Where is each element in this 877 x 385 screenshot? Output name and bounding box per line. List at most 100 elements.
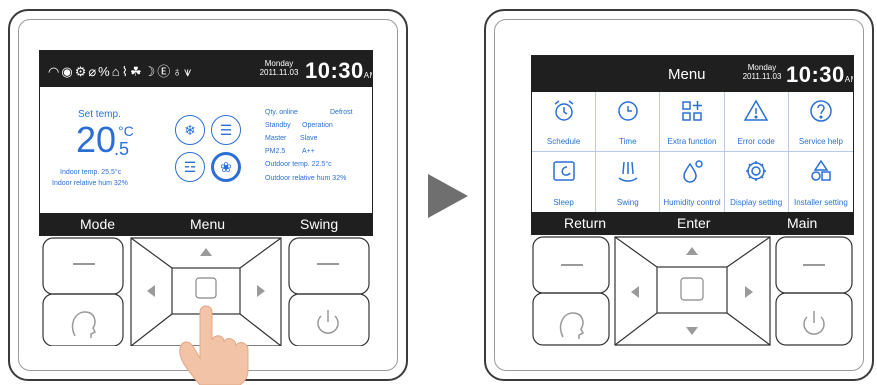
eco-icon: Ⓔ <box>157 64 173 79</box>
left-power-icon <box>317 310 339 334</box>
right-day: Monday <box>747 63 777 72</box>
snowflake-mode-icon: ❄ <box>175 115 205 145</box>
left-date: 2011.11.03 <box>259 68 299 77</box>
signal-icon: ⩛ <box>184 64 194 79</box>
menu-item-error-code[interactable]: Error code <box>724 92 789 152</box>
info-pm-val: A++ <box>302 148 315 155</box>
right-center-key[interactable] <box>656 266 728 314</box>
menu-item-humidity-control[interactable]: Humidity control <box>660 152 725 212</box>
left-head-icon <box>71 311 97 338</box>
right-left-arrow-icon[interactable] <box>631 286 639 298</box>
info-master: Master <box>265 135 287 142</box>
transition-arrow-icon <box>428 174 468 218</box>
info-slave: Slave <box>300 135 318 142</box>
clock-icon <box>618 101 638 121</box>
menu-item-schedule[interactable]: Schedule <box>532 92 597 152</box>
menu-item-label: Display setting <box>730 198 783 207</box>
menu-item-extra-function[interactable]: Extra function <box>660 92 725 152</box>
gear-icon <box>746 161 767 181</box>
right-power-icon <box>803 311 825 335</box>
right-clock: 10:30AM <box>786 62 853 88</box>
moon-icon: ☽ <box>143 64 158 79</box>
set-temp-main: 20 <box>76 119 117 160</box>
left-top-right-key[interactable] <box>288 237 370 295</box>
heat-icon: ⌇ <box>121 64 130 79</box>
menu-item-label: Humidity control <box>663 198 721 207</box>
person-icon: ♁ <box>172 64 185 79</box>
menu-item-service-help[interactable]: Service help <box>788 92 853 152</box>
menu-item-installer-setting[interactable]: Installer setting <box>789 152 853 212</box>
menu-item-swing[interactable]: Swing <box>596 152 661 212</box>
info-outdoor-temp: Outdoor temp. 22.5°c <box>265 161 332 168</box>
right-display: Menu Monday 2011.11.03 10:30AM Schedule … <box>531 55 854 235</box>
bell-icon: ⌂ <box>111 64 122 79</box>
left-ampm: AM <box>363 71 372 80</box>
leaf-icon: ☘ <box>129 64 144 79</box>
set-temp-unit: °C <box>118 123 134 139</box>
right-softkey-bar: Return Enter Main <box>532 212 853 234</box>
left-bottom-left-key[interactable] <box>42 293 124 346</box>
alarm-clock-icon <box>554 100 574 121</box>
left-left-arrow-icon[interactable] <box>147 285 155 297</box>
left-status-bar: ◠◉⚙⌀%⌂⌇☘☽Ⓔ♁⩛ Monday 2011.11.03 10:30AM <box>40 51 372 87</box>
left-display: ◠◉⚙⌀%⌂⌇☘☽Ⓔ♁⩛ Monday 2011.11.03 10:30AM S… <box>39 50 373 236</box>
left-day: Monday <box>264 59 294 68</box>
menu-item-label: Error code <box>737 137 775 146</box>
softkey-swing[interactable]: Swing <box>300 216 338 232</box>
menu-grid: Schedule Time Extra function Error code … <box>532 92 853 212</box>
right-down-arrow-icon[interactable] <box>686 327 698 335</box>
left-clock: 10:30AM <box>305 58 372 84</box>
right-bottom-left-key[interactable] <box>532 292 610 346</box>
right-head-icon <box>559 312 585 339</box>
question-icon <box>810 100 832 122</box>
info-pm: PM2.5 <box>265 148 286 155</box>
fan-mode-icon: ❀ <box>211 152 241 182</box>
right-right-arrow-icon[interactable] <box>745 286 753 298</box>
left-right-arrow-icon[interactable] <box>257 285 265 297</box>
sleep-icon <box>552 161 575 181</box>
menu-item-label: Schedule <box>546 137 581 146</box>
left-top-left-key[interactable] <box>42 237 124 295</box>
menu-item-sleep[interactable]: Sleep <box>532 152 597 212</box>
status-icons: ◠◉⚙⌀%⌂⌇☘☽Ⓔ♁⩛ <box>48 61 193 80</box>
left-time: 10:30 <box>305 58 364 83</box>
menu-item-label: Swing <box>616 198 639 207</box>
right-ampm: AM <box>844 75 853 84</box>
softkey-mode[interactable]: Mode <box>80 216 115 232</box>
fan-percent-icon: % <box>98 64 112 79</box>
sun-icon: ◉ <box>61 64 75 79</box>
softkey-enter[interactable]: Enter <box>677 215 710 231</box>
right-up-arrow-icon[interactable] <box>686 247 698 255</box>
menu-item-label: Extra function <box>667 137 717 146</box>
info-operation: Operation <box>302 122 333 129</box>
left-up-arrow-icon[interactable] <box>200 248 212 256</box>
right-date: 2011.11.03 <box>742 72 782 81</box>
humidity-icon <box>683 160 703 183</box>
info-outdoor-hum: Outdoor relative hum 32% <box>265 175 347 182</box>
circle-slash-icon: ⌀ <box>88 64 99 79</box>
menu-item-label: Installer setting <box>793 198 848 207</box>
grid-plus-icon <box>682 101 702 121</box>
info-standby: Standby <box>265 122 291 129</box>
info-qty: Qty. online <box>265 109 298 116</box>
softkey-return[interactable]: Return <box>564 215 606 231</box>
menu-item-display-setting[interactable]: Display setting <box>725 152 789 212</box>
set-temp-decimal: .5 <box>114 139 130 159</box>
hand-pointer-icon <box>179 305 249 385</box>
right-time: 10:30 <box>786 62 845 87</box>
info-defrost: Defrost <box>330 109 353 116</box>
right-title-bar: Menu Monday 2011.11.03 10:30AM <box>532 56 853 92</box>
menu-item-time[interactable]: Time <box>596 92 661 152</box>
menu-item-label: Time <box>619 137 637 146</box>
menu-title: Menu <box>668 66 706 83</box>
softkey-menu[interactable]: Menu <box>190 216 225 232</box>
ac-unit-icon: ☰ <box>211 115 241 145</box>
left-bottom-right-key[interactable] <box>288 293 370 346</box>
menu-item-label: Sleep <box>553 198 574 207</box>
shapes-icon <box>811 159 831 181</box>
warning-icon <box>743 99 769 121</box>
right-keypad <box>532 236 853 346</box>
indoor-hum: Indoor relative hum 32% <box>52 180 128 187</box>
left-softkey-bar: Mode Menu Swing <box>40 213 372 235</box>
softkey-main[interactable]: Main <box>787 215 817 231</box>
